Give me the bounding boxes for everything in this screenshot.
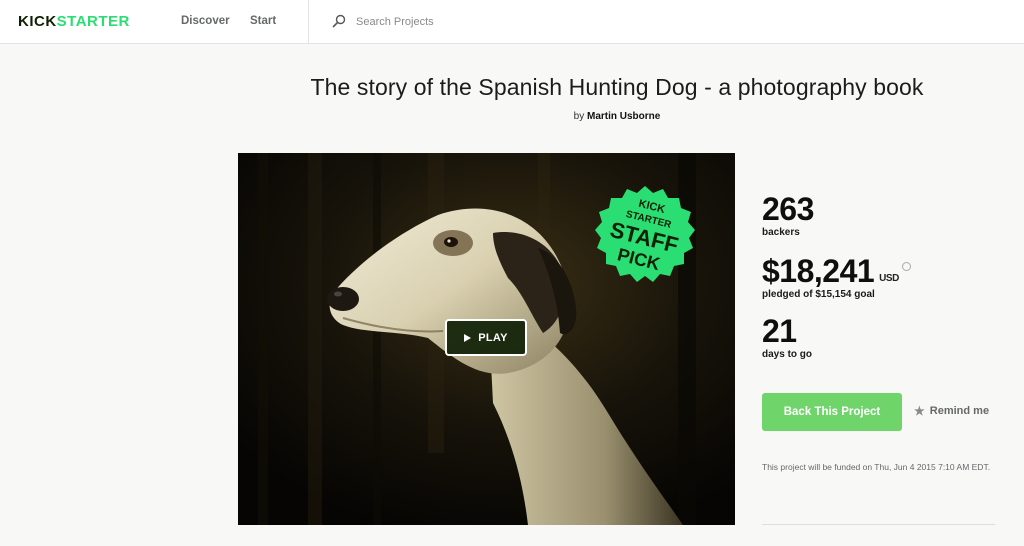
staff-pick-badge: KICK STARTER STAFF PICK xyxy=(595,186,695,282)
days-stat: 21 days to go xyxy=(762,314,812,360)
back-this-project-button[interactable]: Back This Project xyxy=(762,393,902,431)
nav-discover-link[interactable]: Discover xyxy=(181,15,230,27)
search-input[interactable] xyxy=(356,14,616,30)
creator-name-link[interactable]: Martin Usborne xyxy=(587,111,660,122)
remind-me-label: Remind me xyxy=(929,405,990,417)
backers-stat: 263 backers xyxy=(762,192,814,238)
byline-prefix: by xyxy=(573,111,585,122)
pledged-currency: USD xyxy=(879,273,899,284)
backers-count: 263 xyxy=(762,191,814,227)
days-label: days to go xyxy=(762,349,813,360)
logo-part-starter: STARTER xyxy=(56,13,130,30)
pledged-stat: $18,241 USD pledged of $15,154 goal xyxy=(762,254,911,300)
project-byline: by Martin Usborne xyxy=(0,111,1024,122)
search-bar xyxy=(330,13,630,31)
project-title: The story of the Spanish Hunting Dog - a… xyxy=(310,74,924,100)
backers-label: backers xyxy=(762,227,800,238)
nav-divider xyxy=(308,0,309,44)
nav-start-link[interactable]: Start xyxy=(250,15,276,27)
kickstarter-logo[interactable]: KICKSTARTER xyxy=(18,13,130,30)
play-icon xyxy=(464,333,472,342)
search-icon[interactable] xyxy=(332,14,346,28)
project-video[interactable]: KICK STARTER STAFF PICK PLAY xyxy=(238,153,735,525)
remind-me-button[interactable]: ★ Remind me xyxy=(914,405,989,417)
pledged-amount-row: $18,241 USD xyxy=(762,254,911,288)
play-label: PLAY xyxy=(478,331,508,344)
pledged-goal-label: pledged of $15,154 goal xyxy=(762,289,875,300)
star-icon: ★ xyxy=(914,404,925,418)
currency-info-icon[interactable] xyxy=(901,262,911,271)
logo-part-kick: KICK xyxy=(18,13,57,30)
pledged-amount: $18,241 xyxy=(762,253,875,289)
days-count: 21 xyxy=(762,313,797,349)
top-nav-bar: KICKSTARTER Discover Start xyxy=(0,0,1024,44)
section-divider xyxy=(762,524,995,525)
play-button[interactable]: PLAY xyxy=(445,319,527,356)
funding-deadline-note: This project will be funded on Thu, Jun … xyxy=(762,462,991,472)
